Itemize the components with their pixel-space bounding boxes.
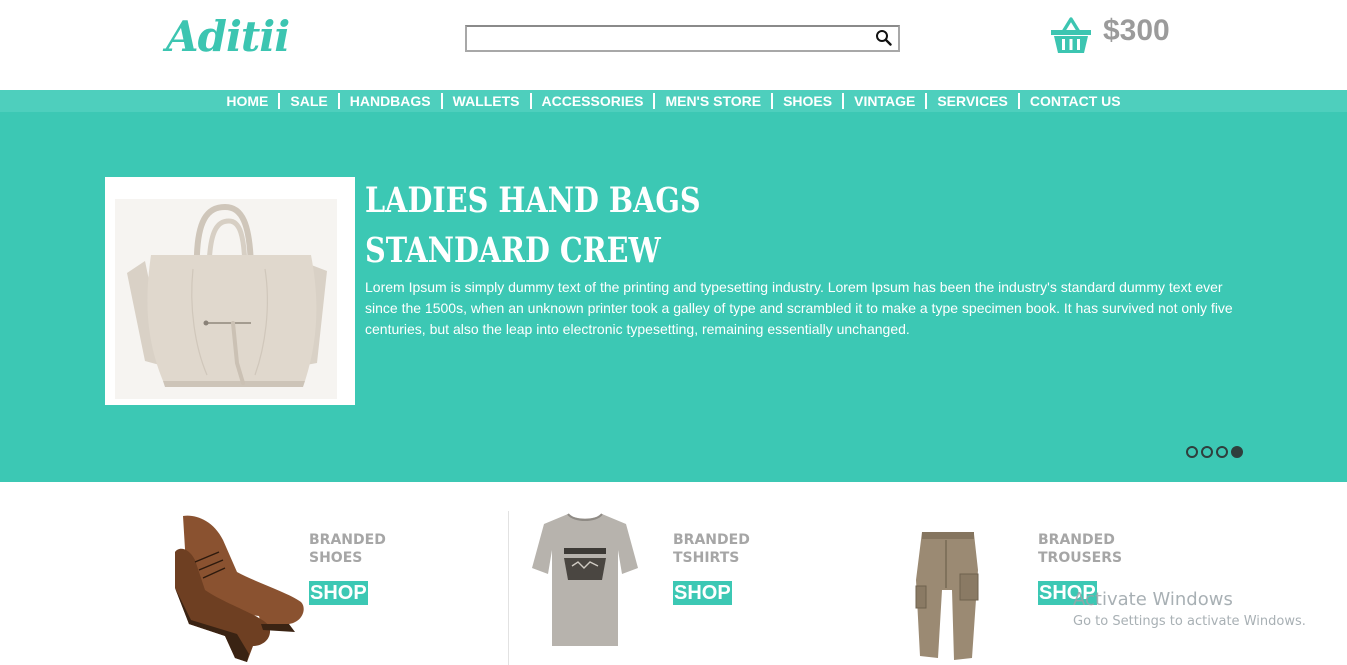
nav-item-services[interactable]: SERVICES <box>925 93 1018 109</box>
basket-icon[interactable] <box>1050 15 1092 55</box>
shoes-image[interactable] <box>165 512 307 662</box>
main-nav: HOME SALE HANDBAGS WALLETS ACCESSORIES M… <box>0 90 1347 112</box>
slider-dot-4[interactable] <box>1231 446 1243 458</box>
logo[interactable]: Aditii <box>166 12 290 61</box>
nav-item-wallets[interactable]: WALLETS <box>440 93 530 109</box>
slider-dot-2[interactable] <box>1201 446 1213 458</box>
hero-title-line-1: LADIES HAND BAGS <box>365 180 701 221</box>
product-label-trousers: BRANDED TROUSERS <box>1038 532 1123 566</box>
hero-title: LADIES HAND BAGS STANDARD CREW <box>365 176 701 276</box>
hero-description: Lorem Ipsum is simply dummy text of the … <box>365 279 1233 337</box>
nav-item-shoes[interactable]: SHOES <box>771 93 842 109</box>
hero-slider: LADIES HAND BAGS STANDARD CREW Lorem Ips… <box>0 112 1347 482</box>
tshirt-image[interactable] <box>530 510 640 650</box>
product-divider <box>508 511 509 665</box>
featured-products: BRANDED SHOES SHOP BRANDED TSHIRTS SHOP … <box>0 482 1347 665</box>
hero-title-line-2: STANDARD CREW <box>365 230 661 271</box>
nav-item-contact-us[interactable]: CONTACT US <box>1017 93 1131 109</box>
nav-item-vintage[interactable]: VINTAGE <box>842 93 925 109</box>
shop-tshirts-button[interactable]: SHOP <box>673 581 732 605</box>
nav-item-home[interactable]: HOME <box>216 93 278 109</box>
nav-item-sale[interactable]: SALE <box>278 93 337 109</box>
shop-shoes-button[interactable]: SHOP <box>309 581 368 605</box>
handbag-illustration <box>127 203 327 387</box>
handbag-image <box>105 177 355 405</box>
nav-item-mens-store[interactable]: MEN'S STORE <box>653 93 771 109</box>
nav-item-accessories[interactable]: ACCESSORIES <box>529 93 654 109</box>
nav-item-handbags[interactable]: HANDBAGS <box>337 93 441 109</box>
watermark-subtitle: Go to Settings to activate Windows. <box>1073 614 1306 629</box>
search-icon[interactable] <box>875 29 893 47</box>
trousers-image[interactable] <box>912 530 984 662</box>
watermark-title: Activate Windows <box>1073 589 1233 610</box>
site-header: Aditii $300 <box>0 0 1347 90</box>
cart-total[interactable]: $300 <box>1103 14 1170 48</box>
activate-windows-watermark: Activate Windows Go to Settings to activ… <box>1073 588 1306 632</box>
slider-dot-1[interactable] <box>1186 446 1198 458</box>
product-label-tshirts: BRANDED TSHIRTS <box>673 532 750 566</box>
product-label-shoes: BRANDED SHOES <box>309 532 386 566</box>
search-box <box>465 25 900 52</box>
slider-dot-3[interactable] <box>1216 446 1228 458</box>
slider-pagination <box>1186 446 1243 458</box>
search-input[interactable] <box>469 28 869 49</box>
